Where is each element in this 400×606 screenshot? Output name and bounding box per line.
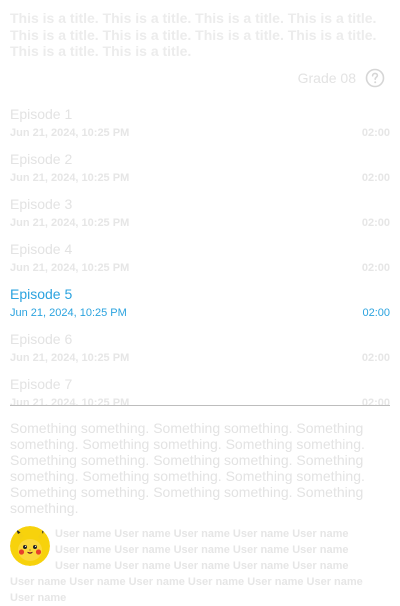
episode-title: Episode 4	[10, 241, 73, 257]
grade-row: Grade 08	[298, 67, 385, 89]
page-title: This is a title. This is a title. This i…	[10, 10, 377, 59]
episode-duration: 02:00	[361, 127, 390, 139]
episode-item-3[interactable]: Episode 3 Jun 21, 2024, 10:25 PM 02:00	[10, 196, 390, 241]
episode-date: Jun 21, 2024, 10:25 PM	[10, 172, 130, 184]
grade-label: Grade 08	[297, 70, 356, 86]
author-names-text: User name User name User name User name …	[10, 528, 363, 604]
episode-date: Jun 21, 2024, 10:25 PM	[10, 127, 130, 139]
episode-duration: 02:00	[361, 217, 390, 229]
episode-duration: 02:00	[361, 352, 390, 364]
episode-duration: 02:00	[361, 172, 390, 184]
episode-item-5-selected[interactable]: Episode 5 Jun 21, 2024, 10:25 PM 02:00	[10, 286, 390, 331]
question-circle-icon[interactable]	[365, 68, 385, 88]
episode-date: Jun 21, 2024, 10:25 PM	[10, 217, 130, 229]
episode-duration: 02:00	[361, 397, 390, 406]
episode-item-2[interactable]: Episode 2 Jun 21, 2024, 10:25 PM 02:00	[10, 151, 390, 196]
episode-title: Episode 6	[10, 331, 73, 347]
episode-date: Jun 21, 2024, 10:25 PM	[10, 397, 130, 406]
episode-item-7[interactable]: Episode 7 Jun 21, 2024, 10:25 PM 02:00	[10, 376, 390, 406]
episode-title: Episode 3	[10, 196, 73, 212]
episode-title: Episode 1	[10, 106, 73, 122]
episode-item-6[interactable]: Episode 6 Jun 21, 2024, 10:25 PM 02:00	[10, 331, 390, 376]
author-names: User name User name User name User name …	[10, 526, 370, 606]
episode-list[interactable]: Episode 1 Jun 21, 2024, 10:25 PM 02:00 E…	[10, 106, 390, 406]
episode-duration: 02:00	[361, 262, 390, 274]
episode-duration: 02:00	[362, 307, 390, 319]
episode-title: Episode 5	[10, 286, 73, 302]
episode-item-1[interactable]: Episode 1 Jun 21, 2024, 10:25 PM 02:00	[10, 106, 390, 151]
episode-date: Jun 21, 2024, 10:25 PM	[10, 307, 127, 319]
episode-title: Episode 7	[10, 376, 73, 392]
episode-title: Episode 2	[10, 151, 73, 167]
episode-date: Jun 21, 2024, 10:25 PM	[10, 262, 130, 274]
episode-date: Jun 21, 2024, 10:25 PM	[10, 352, 130, 364]
avatar-spacer	[10, 526, 55, 574]
episode-item-4[interactable]: Episode 4 Jun 21, 2024, 10:25 PM 02:00	[10, 241, 390, 286]
episode-description: Something something. Something something…	[10, 420, 365, 516]
